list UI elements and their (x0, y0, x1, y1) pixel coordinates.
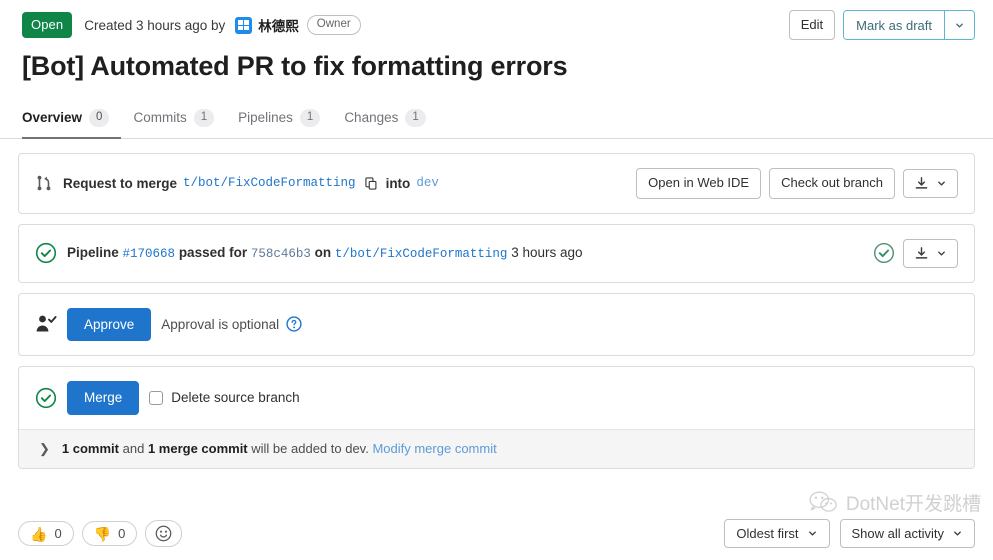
tab-changes-label: Changes (344, 110, 399, 126)
pipeline-label: Pipeline (67, 245, 119, 261)
chevron-down-icon (936, 248, 947, 259)
bottom-action-bar: 👍 0 👎 0 Oldest first Show all activity (0, 511, 993, 560)
request-to-merge-label: Request to merge (63, 175, 178, 191)
pipeline-on-label: on (314, 245, 332, 261)
download-dropdown-button[interactable] (903, 168, 958, 198)
approve-button[interactable]: Approve (67, 307, 152, 342)
pipeline-commit-sha[interactable]: 758c46b3 (251, 247, 311, 261)
tab-commits-count: 1 (193, 108, 215, 127)
chevron-right-icon[interactable]: ❯ (39, 441, 50, 457)
tab-pipelines[interactable]: Pipelines 1 (226, 105, 332, 139)
chevron-down-icon[interactable] (944, 10, 974, 40)
checkbox-box[interactable] (149, 390, 164, 405)
merge-request-info-row: Request to merge t/bot/FixCodeFormatting… (19, 154, 974, 213)
thumbs-up-icon: 👍 (30, 525, 48, 542)
thumbs-down-reaction-button[interactable]: 👎 0 (81, 521, 138, 546)
open-in-web-ide-button[interactable]: Open in Web IDE (636, 167, 762, 199)
pipeline-actions (873, 238, 958, 268)
pipeline-status-success-icon[interactable] (873, 242, 895, 264)
approval-row: Approve Approval is optional (19, 294, 974, 356)
mark-as-draft-split-button: Mark as draft (843, 9, 975, 41)
pipeline-description: Pipeline #170668 passed for 758c46b3 on … (67, 245, 583, 261)
owner-badge: Owner (306, 15, 361, 35)
pipeline-branch-link[interactable]: t/bot/FixCodeFormatting (335, 247, 508, 261)
approval-note-label: Approval is optional (161, 316, 280, 332)
merge-card: Merge Delete source branch ❯ 1 commit an… (18, 366, 975, 469)
status-success-icon (35, 242, 57, 264)
add-reaction-button[interactable] (145, 520, 183, 547)
merge-row: Merge Delete source branch (19, 367, 974, 429)
pipeline-card: Pipeline #170668 passed for 758c46b3 on … (18, 223, 975, 283)
merge-request-info-card: Request to merge t/bot/FixCodeFormatting… (18, 152, 975, 214)
edit-button[interactable]: Edit (788, 9, 836, 41)
sort-order-dropdown[interactable]: Oldest first (724, 519, 830, 548)
pipeline-time: 3 hours ago (511, 245, 583, 261)
and-label: and (122, 441, 145, 457)
merge-commit-summary-text: 1 commit and 1 merge commit will be adde… (62, 441, 497, 456)
source-branch-link[interactable]: t/bot/FixCodeFormatting (183, 176, 356, 190)
status-badge: Open (22, 12, 73, 38)
thumbs-up-reaction-button[interactable]: 👍 0 (18, 521, 74, 546)
into-label: into (385, 175, 411, 191)
avatar (235, 16, 253, 34)
merge-commit-count: 1 merge commit (147, 441, 248, 457)
thumbs-up-count: 0 (54, 526, 62, 541)
pipeline-download-dropdown-button[interactable] (903, 238, 958, 268)
will-be-added-label: will be added to dev. (251, 441, 369, 457)
author[interactable]: 林德熙 (235, 15, 299, 35)
delete-source-branch-label: Delete source branch (171, 390, 300, 406)
target-branch-link[interactable]: dev (416, 176, 439, 190)
chevron-down-icon (952, 528, 963, 539)
activity-filter-label: Show all activity (851, 526, 944, 541)
approval-note: Approval is optional (161, 316, 302, 332)
pipeline-status-label: passed for (178, 245, 248, 261)
header-actions: Edit Mark as draft (788, 9, 975, 41)
sort-order-label: Oldest first (736, 526, 799, 541)
author-name[interactable]: 林德熙 (258, 15, 299, 35)
tab-pipelines-count: 1 (299, 108, 321, 127)
tab-bar: Overview 0 Commits 1 Pipelines 1 Changes… (0, 92, 993, 139)
thumbs-down-count: 0 (118, 526, 126, 541)
tab-changes[interactable]: Changes 1 (332, 105, 437, 139)
help-circle-icon[interactable] (286, 316, 302, 332)
approval-card: Approve Approval is optional (18, 292, 975, 357)
chevron-down-icon (807, 528, 818, 539)
modify-merge-commit-link[interactable]: Modify merge commit (372, 441, 496, 456)
created-text: Created 3 hours ago by (84, 17, 226, 33)
merge-button[interactable]: Merge (67, 381, 140, 415)
merge-request-description: Request to merge t/bot/FixCodeFormatting… (63, 176, 439, 191)
tab-changes-count: 1 (405, 108, 426, 127)
download-icon (914, 246, 929, 261)
tab-overview-label: Overview (22, 110, 83, 126)
download-icon (914, 176, 929, 191)
merge-request-page: Open Created 3 hours ago by 林德熙 Owner Ed… (0, 0, 993, 560)
bottom-right-controls: Oldest first Show all activity (724, 519, 975, 548)
merge-ready-success-icon (35, 387, 57, 409)
mr-widget-area: Request to merge t/bot/FixCodeFormatting… (0, 139, 993, 469)
commit-count: 1 commit (61, 441, 119, 457)
delete-source-branch-checkbox[interactable]: Delete source branch (149, 390, 300, 406)
check-out-branch-button[interactable]: Check out branch (769, 167, 895, 199)
tab-overview[interactable]: Overview 0 (22, 105, 122, 139)
smiley-icon (155, 525, 172, 542)
pipeline-row: Pipeline #170668 passed for 758c46b3 on … (19, 225, 974, 282)
activity-filter-dropdown[interactable]: Show all activity (839, 519, 975, 548)
mark-as-draft-button[interactable]: Mark as draft (844, 10, 944, 40)
thumbs-down-icon: 👎 (93, 525, 112, 542)
tab-commits-label: Commits (133, 110, 187, 126)
tab-commits[interactable]: Commits 1 (121, 105, 226, 139)
pipeline-id-link[interactable]: #170668 (123, 247, 176, 261)
tab-pipelines-label: Pipelines (238, 110, 293, 126)
merge-request-actions: Open in Web IDE Check out branch (636, 167, 958, 199)
approval-user-check-icon (35, 314, 57, 334)
mr-header: Open Created 3 hours ago by 林德熙 Owner Ed… (0, 0, 993, 46)
branch-merge-icon (35, 174, 53, 192)
tab-overview-count: 0 (89, 108, 110, 127)
copy-branch-icon[interactable] (364, 176, 378, 191)
merge-commit-summary: ❯ 1 commit and 1 merge commit will be ad… (19, 428, 974, 468)
chevron-down-icon (936, 178, 947, 189)
page-title: [Bot] Automated PR to fix formatting err… (22, 51, 568, 81)
